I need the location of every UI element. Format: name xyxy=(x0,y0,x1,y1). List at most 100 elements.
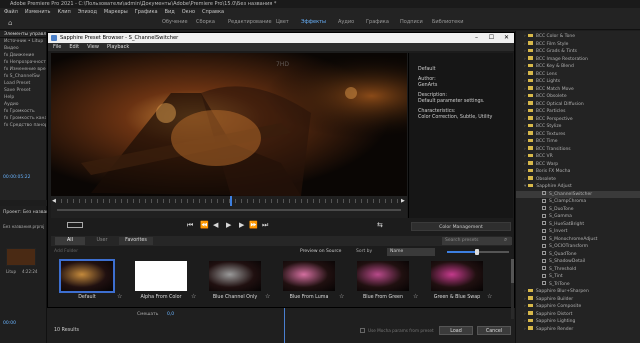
go-to-start-icon[interactable]: ⏮ xyxy=(187,221,193,230)
workspace-tab[interactable]: Эффекты xyxy=(301,19,326,25)
chevron-right-icon[interactable]: › xyxy=(524,304,526,309)
chevron-right-icon[interactable]: › xyxy=(524,132,526,137)
chevron-right-icon[interactable]: › xyxy=(524,117,526,122)
preset-thumbnail[interactable] xyxy=(59,259,115,293)
effect-control-item[interactable]: Save Preset xyxy=(0,87,46,94)
minimize-button[interactable]: – xyxy=(469,33,484,43)
play-icon[interactable]: ▶ xyxy=(226,221,231,229)
effect-item[interactable]: S_DuoTone xyxy=(516,206,640,214)
add-folder-label[interactable]: Add Folder xyxy=(54,249,78,254)
track-value[interactable]: 0,0 xyxy=(167,312,174,317)
effect-item[interactable]: S_TriTone xyxy=(516,281,640,289)
in-point-marker[interactable]: ◀ xyxy=(52,198,56,204)
effects-folder[interactable]: › Sapphire Composite xyxy=(516,303,640,311)
dialog-menu-item[interactable]: File xyxy=(53,43,61,51)
tab-favorites[interactable]: Favorites xyxy=(119,237,153,245)
scrollbar-thumb[interactable] xyxy=(511,259,514,283)
effect-control-item[interactable]: fx Изменение вре xyxy=(0,66,46,73)
effects-folder[interactable]: › BCC Color & Tone xyxy=(516,33,640,41)
favorite-star-icon[interactable]: ☆ xyxy=(191,293,196,300)
chevron-down-icon[interactable]: ▾ xyxy=(524,184,526,189)
chevron-right-icon[interactable]: › xyxy=(524,64,526,69)
effect-item[interactable]: S_ShadowDetail xyxy=(516,258,640,266)
chevron-right-icon[interactable]: › xyxy=(524,312,526,317)
chevron-right-icon[interactable]: › xyxy=(524,139,526,144)
effect-control-item[interactable]: fx Громкость xyxy=(0,108,46,115)
step-forward-icon[interactable]: ⏩ xyxy=(249,221,258,229)
effect-item[interactable]: S_Threshold xyxy=(516,266,640,274)
project-label[interactable]: Проект: Без назван xyxy=(3,210,49,215)
favorite-star-icon[interactable]: ☆ xyxy=(117,293,122,300)
loop-icon[interactable]: ⇆ xyxy=(377,221,383,229)
grid-scrollbar[interactable] xyxy=(511,259,514,319)
effects-folder[interactable]: › BCC Key & Blend xyxy=(516,63,640,71)
preview-timeline[interactable]: ◀ ▶ xyxy=(51,196,407,218)
effects-folder[interactable]: › Obsolete xyxy=(516,176,640,184)
effects-folder[interactable]: › Sapphire Distort xyxy=(516,311,640,319)
effects-folder[interactable]: › BCC Lights xyxy=(516,78,640,86)
effect-control-item[interactable]: Видео xyxy=(0,45,46,52)
effects-folder[interactable]: ▾ Sapphire Adjust xyxy=(516,183,640,191)
workspace-tab[interactable]: Библиотеки xyxy=(432,19,464,25)
home-icon[interactable]: ⌂ xyxy=(8,19,12,27)
load-button[interactable]: Load xyxy=(439,326,473,335)
go-to-end-icon[interactable]: ⏭ xyxy=(262,221,268,230)
effect-item[interactable]: S_OCIOTransform xyxy=(516,243,640,251)
preview-viewer[interactable]: 7HD xyxy=(51,53,407,196)
chevron-right-icon[interactable]: › xyxy=(524,42,526,47)
effects-folder[interactable]: › BCC Particles xyxy=(516,108,640,116)
app-menu-item[interactable]: Справка xyxy=(202,8,224,16)
cancel-button[interactable]: Cancel xyxy=(477,326,511,335)
chevron-right-icon[interactable]: › xyxy=(524,289,526,294)
workspace-tab[interactable]: Аудио xyxy=(338,19,354,25)
workspace-tab[interactable]: Графика xyxy=(366,19,389,25)
chevron-right-icon[interactable]: › xyxy=(524,162,526,167)
preset-thumbnail[interactable] xyxy=(283,261,335,291)
effects-folder[interactable]: › BCC Optical Diffusion xyxy=(516,101,640,109)
chevron-right-icon[interactable]: › xyxy=(524,34,526,39)
effect-item[interactable]: S_Gamma xyxy=(516,213,640,221)
effects-folder[interactable]: › BCC Warp xyxy=(516,161,640,169)
slider-handle[interactable] xyxy=(475,249,479,255)
workspace-tab[interactable]: Цвет xyxy=(276,19,289,25)
chevron-right-icon[interactable]: › xyxy=(524,147,526,152)
search-icon[interactable]: ⌕ xyxy=(504,236,507,244)
app-menu-item[interactable]: Окно xyxy=(182,8,195,16)
mocha-checkbox[interactable] xyxy=(360,328,365,333)
chevron-right-icon[interactable]: › xyxy=(524,87,526,92)
effects-folder[interactable]: › BCC Film Style xyxy=(516,41,640,49)
maximize-button[interactable]: ☐ xyxy=(484,33,499,43)
effect-item[interactable]: S_QuadTone xyxy=(516,251,640,259)
effect-item[interactable]: S_Invert xyxy=(516,228,640,236)
effects-folder[interactable]: › BCC Image Restoration xyxy=(516,56,640,64)
preview-mode-select[interactable]: Preview on Source xyxy=(297,248,347,256)
chevron-right-icon[interactable]: › xyxy=(524,154,526,159)
effect-control-item[interactable]: fx S_ChannelSw xyxy=(0,73,46,80)
chevron-right-icon[interactable]: › xyxy=(524,169,526,174)
dialog-menu-item[interactable]: Playback xyxy=(107,43,129,51)
chevron-right-icon[interactable]: › xyxy=(524,109,526,114)
effects-folder[interactable]: › Sapphire Builder xyxy=(516,296,640,304)
effects-folder[interactable]: › BCC Time xyxy=(516,138,640,146)
close-button[interactable]: ✕ xyxy=(499,33,514,43)
effect-control-item[interactable]: Load Preset xyxy=(0,80,46,87)
app-menu-item[interactable]: Изменить xyxy=(25,8,51,16)
next-frame-icon[interactable]: ▶ xyxy=(239,221,244,229)
chevron-right-icon[interactable]: › xyxy=(524,49,526,54)
effect-item[interactable]: S_HueSatBright xyxy=(516,221,640,229)
search-input[interactable]: Search presets xyxy=(442,237,512,245)
effects-folder[interactable]: › Boris FX Mocha xyxy=(516,168,640,176)
preset-thumbnail[interactable] xyxy=(357,261,409,291)
effects-folder[interactable]: › BCC Lens xyxy=(516,71,640,79)
effects-folder[interactable]: › BCC VR xyxy=(516,153,640,161)
effects-folder[interactable]: › Sapphire Lighting xyxy=(516,318,640,326)
workspace-tab[interactable]: Редактирование xyxy=(228,19,272,25)
effect-item[interactable]: S_Tint xyxy=(516,273,640,281)
effects-folder[interactable]: › BCC Match Move xyxy=(516,86,640,94)
app-menu-item[interactable]: Маркеры xyxy=(104,8,128,16)
preset-thumbnail[interactable] xyxy=(431,261,483,291)
preset-thumbnail[interactable] xyxy=(209,261,261,291)
chevron-right-icon[interactable]: › xyxy=(524,124,526,129)
chevron-right-icon[interactable]: › xyxy=(524,79,526,84)
chevron-right-icon[interactable]: › xyxy=(524,297,526,302)
